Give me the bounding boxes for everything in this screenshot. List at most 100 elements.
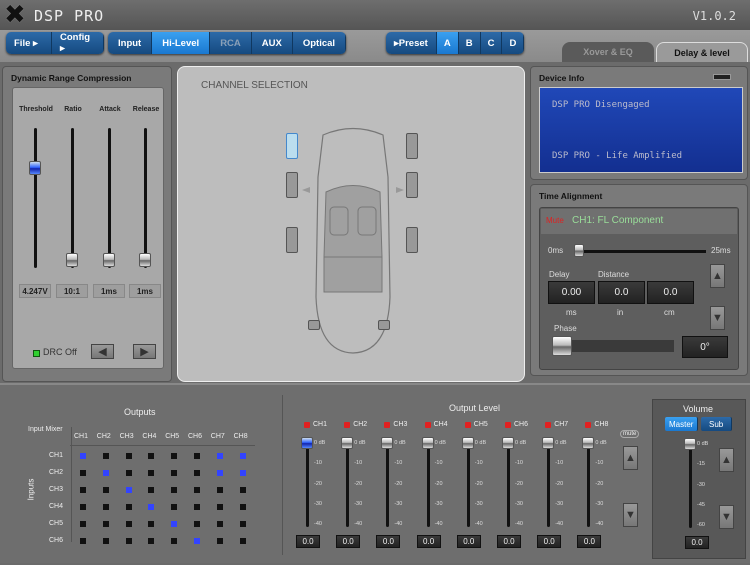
mixer-route-cell[interactable] — [239, 538, 246, 544]
output-fader-track[interactable] — [466, 439, 470, 527]
distance-cm-field[interactable]: 0.0 — [647, 281, 694, 304]
mixer-route-cell[interactable] — [125, 538, 132, 544]
output-down-button[interactable]: ▼ — [623, 503, 638, 527]
config-button[interactable]: Config ▸ — [52, 32, 104, 54]
output-fader-handle[interactable] — [421, 437, 434, 449]
mixer-route-cell[interactable] — [80, 453, 86, 459]
distance-in-field[interactable]: 0.0 — [598, 281, 645, 304]
mixer-route-cell[interactable] — [171, 487, 178, 493]
volume-fader-handle[interactable] — [684, 438, 696, 450]
mixer-route-cell[interactable] — [80, 470, 86, 476]
mixer-route-cell[interactable] — [148, 538, 155, 544]
drc-next-button[interactable]: ▶ — [133, 344, 156, 359]
mute-led-ch4[interactable] — [424, 422, 431, 428]
drc-release-track[interactable] — [144, 128, 147, 268]
input-aux-button[interactable]: AUX — [251, 32, 293, 54]
output-fader-track[interactable] — [306, 439, 309, 527]
output-fader-track[interactable] — [426, 439, 430, 527]
mixer-route-cell[interactable] — [194, 521, 200, 527]
mixer-route-cell[interactable] — [194, 453, 200, 459]
output-fader-track[interactable] — [346, 439, 350, 527]
mixer-route-cell[interactable] — [80, 521, 86, 527]
mixer-route-cell[interactable] — [80, 487, 86, 493]
drc-threshold-track[interactable] — [34, 128, 37, 268]
mixer-route-cell[interactable] — [102, 521, 109, 527]
mixer-route-cell[interactable] — [171, 538, 178, 544]
input-rca-button[interactable]: RCA — [210, 32, 252, 54]
output-fader-handle[interactable] — [301, 437, 313, 449]
mute-led-ch7[interactable] — [545, 422, 552, 428]
mixer-route-cell[interactable] — [102, 504, 109, 510]
preset-a-button[interactable]: A — [436, 32, 459, 54]
output-up-button[interactable]: ▲ — [623, 446, 638, 470]
output-fader-handle[interactable] — [582, 437, 595, 449]
volume-fader-track[interactable] — [689, 440, 692, 528]
mixer-route-cell[interactable] — [239, 521, 246, 527]
drc-ratio-handle[interactable] — [66, 253, 78, 267]
drc-ratio-track[interactable] — [71, 128, 74, 268]
output-fader-handle[interactable] — [502, 437, 514, 449]
output-fader-track[interactable] — [547, 439, 551, 527]
volume-up-button[interactable]: ▲ — [719, 448, 734, 472]
output-fader-track[interactable] — [587, 439, 591, 527]
mixer-route-cell[interactable] — [171, 504, 178, 510]
mixer-route-cell[interactable] — [125, 487, 132, 493]
mute-led-ch6[interactable] — [505, 422, 511, 428]
mixer-route-cell[interactable] — [125, 453, 132, 459]
mixer-route-cell[interactable] — [80, 538, 86, 544]
mixer-route-cell[interactable] — [148, 504, 155, 510]
mute-label[interactable]: Mute — [546, 216, 564, 225]
output-fader-track[interactable] — [507, 439, 510, 527]
mixer-route-cell[interactable] — [216, 487, 223, 493]
mixer-route-cell[interactable] — [80, 504, 86, 510]
mixer-route-cell[interactable] — [171, 470, 178, 476]
mixer-route-cell[interactable] — [171, 453, 178, 459]
output-fader-handle[interactable] — [341, 437, 354, 449]
speaker-channel-5[interactable] — [406, 172, 418, 198]
drc-threshold-handle[interactable] — [29, 160, 41, 175]
input-optical-button[interactable]: Optical — [292, 32, 347, 54]
mixer-route-cell[interactable] — [216, 504, 223, 510]
mixer-route-cell[interactable] — [171, 521, 178, 527]
mute-led-ch5[interactable] — [464, 422, 471, 428]
mixer-route-cell[interactable] — [239, 487, 246, 493]
mixer-route-cell[interactable] — [148, 487, 155, 493]
speaker-channel-6[interactable] — [406, 227, 418, 253]
mute-led-ch8[interactable] — [585, 422, 592, 428]
mute-led-ch2[interactable] — [344, 422, 351, 428]
delay-ms-field[interactable]: 0.00 — [548, 281, 595, 304]
mixer-route-cell[interactable] — [216, 470, 223, 476]
volume-down-button[interactable]: ▼ — [719, 505, 734, 529]
mixer-route-cell[interactable] — [102, 453, 109, 459]
drc-prev-button[interactable]: ◀ — [91, 344, 114, 359]
speaker-channel-2[interactable] — [286, 172, 298, 198]
preset-c-button[interactable]: C — [480, 32, 503, 54]
drc-release-handle[interactable] — [139, 253, 151, 267]
mixer-route-cell[interactable] — [216, 538, 223, 544]
sub-button[interactable]: Sub — [701, 417, 733, 431]
tab-delay-level[interactable]: Delay & level — [656, 42, 748, 62]
mixer-route-cell[interactable] — [125, 521, 132, 527]
mixer-route-cell[interactable] — [194, 504, 200, 510]
drc-attack-handle[interactable] — [103, 253, 115, 267]
output-fader-handle[interactable] — [381, 437, 394, 449]
mute-led-ch3[interactable] — [384, 422, 391, 428]
mixer-route-cell[interactable] — [216, 521, 223, 527]
mixer-route-cell[interactable] — [194, 538, 200, 544]
mixer-route-cell[interactable] — [239, 504, 246, 510]
input-input-button[interactable]: Input — [108, 32, 153, 54]
mixer-route-cell[interactable] — [102, 470, 109, 476]
mixer-route-cell[interactable] — [148, 453, 155, 459]
speaker-channel-3[interactable] — [286, 227, 298, 253]
input-hi-level-button[interactable]: Hi-Level — [152, 32, 211, 54]
speaker-channel-8[interactable] — [378, 320, 390, 330]
master-button[interactable]: Master — [665, 417, 699, 431]
mixer-route-cell[interactable] — [194, 487, 200, 493]
preset-d-button[interactable]: D — [502, 32, 525, 54]
mixer-route-cell[interactable] — [102, 538, 109, 544]
speaker-channel-4[interactable] — [406, 133, 418, 159]
mixer-route-cell[interactable] — [148, 470, 155, 476]
drc-attack-track[interactable] — [108, 128, 111, 268]
tab-xover-eq[interactable]: Xover & EQ — [562, 42, 654, 62]
phase-slider-handle[interactable] — [552, 336, 572, 356]
